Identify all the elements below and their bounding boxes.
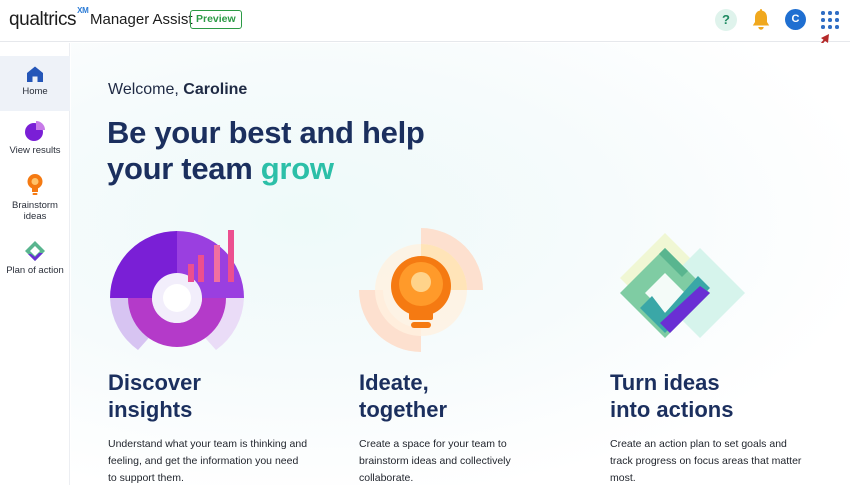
apps-grid-button[interactable] xyxy=(819,9,841,31)
card-title-line2: into actions xyxy=(610,397,734,422)
welcome-message: Welcome, Caroline xyxy=(108,81,247,99)
sidebar-item-view-results[interactable]: View results xyxy=(0,119,70,164)
insights-illustration xyxy=(110,230,244,350)
app-title: Manager Assist xyxy=(90,11,193,28)
card-title: Discover insights xyxy=(108,369,328,423)
ideate-illustration xyxy=(359,228,483,352)
top-bar: qualtricsXM Manager Assist Preview ? C xyxy=(0,0,850,42)
card-description: Create a space for your team to brainsto… xyxy=(359,438,511,484)
card-title: Ideate, together xyxy=(359,369,579,423)
help-icon: ? xyxy=(722,12,730,27)
headline-line1: Be your best and help xyxy=(107,115,425,150)
home-icon xyxy=(27,66,43,82)
headline-accent: grow xyxy=(260,151,334,186)
notifications-button[interactable] xyxy=(750,8,772,32)
card-title-line1: Discover xyxy=(108,370,201,395)
card-title-line2: insights xyxy=(108,397,193,422)
sidebar-item-label: View results xyxy=(9,145,61,156)
headline-line2-prefix: your team xyxy=(107,151,253,186)
headline-line2: your team grow xyxy=(107,151,425,187)
page-headline: Be your best and help your team grow xyxy=(107,115,425,187)
sidebar-item-label-line1: Brainstorm xyxy=(12,200,58,211)
sidebar: Home View results Brainstorm ideas Plan … xyxy=(0,43,70,485)
logo-text: qualtrics xyxy=(9,9,77,30)
sidebar-item-home[interactable]: Home xyxy=(0,56,70,111)
qualtrics-logo[interactable]: qualtricsXM xyxy=(9,5,89,31)
welcome-prefix: Welcome, xyxy=(108,81,179,98)
bell-icon xyxy=(752,9,770,30)
card-description: Understand what your team is thinking an… xyxy=(108,438,308,484)
main-content: Welcome, Caroline Be your best and help … xyxy=(71,43,850,485)
sidebar-item-label: Plan of action xyxy=(6,265,64,276)
card-description: Create an action plan to set goals and t… xyxy=(610,438,802,484)
lightbulb-icon xyxy=(27,174,43,195)
card-title-line1: Turn ideas xyxy=(610,370,720,395)
card-title-line1: Ideate, xyxy=(359,370,429,395)
card-title-line2: together xyxy=(359,397,447,422)
logo-superscript: XM xyxy=(77,5,89,15)
sidebar-item-brainstorm-ideas[interactable]: Brainstorm ideas xyxy=(0,172,70,228)
preview-badge: Preview xyxy=(190,10,242,29)
avatar[interactable]: C xyxy=(785,9,806,30)
user-name: Caroline xyxy=(183,81,248,98)
sidebar-item-label-line2: ideas xyxy=(23,211,47,222)
actions-illustration xyxy=(620,233,745,338)
card-title: Turn ideas into actions xyxy=(610,369,830,423)
help-button[interactable]: ? xyxy=(715,9,737,31)
diamond-check-icon xyxy=(25,241,45,261)
sidebar-item-plan-of-action[interactable]: Plan of action xyxy=(0,238,70,283)
pie-chart-icon xyxy=(25,121,45,141)
sidebar-item-label: Home xyxy=(22,86,48,97)
